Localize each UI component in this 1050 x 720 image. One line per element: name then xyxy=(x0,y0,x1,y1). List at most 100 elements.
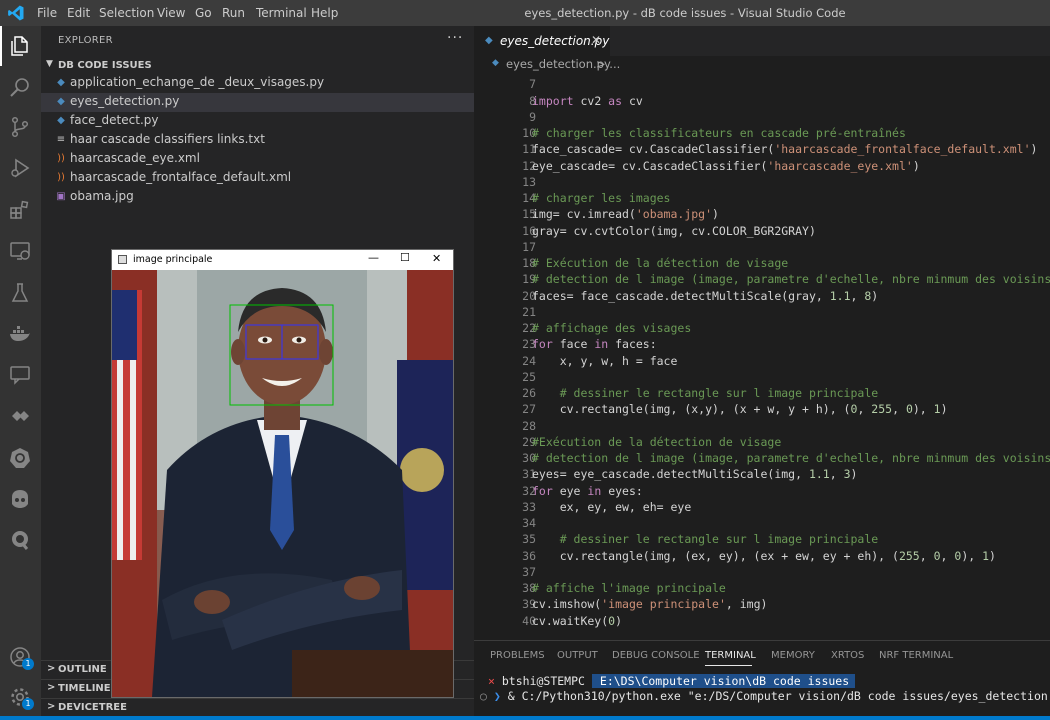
line-number: 14 xyxy=(522,191,536,205)
line-number: 9 xyxy=(529,109,536,124)
line-number: 34 xyxy=(522,516,536,530)
line-number: 15 xyxy=(522,207,536,222)
more-actions-icon[interactable]: ··· xyxy=(447,30,463,46)
file-item[interactable]: )) haarcascade_eye.xml xyxy=(41,150,474,169)
line-number: 26 xyxy=(522,386,536,400)
prompt-path: E:\DS\Computer vision\dB code issues xyxy=(591,674,856,688)
tab-output[interactable]: OUTPUT xyxy=(557,650,598,661)
file-label: haar cascade classifiers links.txt xyxy=(70,132,265,146)
comments-icon[interactable] xyxy=(8,363,32,387)
code-line: img= cv.imread('obama.jpg') xyxy=(532,207,719,222)
line-number: 23 xyxy=(522,337,536,352)
window-app-icon xyxy=(118,255,127,264)
code-line: cv.rectangle(img, (x,y), (x + w, y + h),… xyxy=(532,402,948,417)
file-item[interactable]: ≡ haar cascade classifiers links.txt xyxy=(41,131,474,150)
code-line: faces= face_cascade.detectMultiScale(gra… xyxy=(532,288,879,303)
line-number: 18 xyxy=(522,256,536,270)
activity-bar: 1 1 xyxy=(0,26,41,720)
line-number: 36 xyxy=(522,548,536,563)
file-item[interactable]: ◆ face_detect.py xyxy=(41,112,474,131)
code-line: eyes= eye_cascade.detectMultiScale(img, … xyxy=(532,467,858,482)
file-label: eyes_detection.py xyxy=(70,94,180,108)
maximize-icon[interactable]: ☐ xyxy=(400,251,410,264)
live-share-icon[interactable] xyxy=(8,404,32,428)
file-item[interactable]: )) haarcascade_frontalface_default.xml xyxy=(41,169,474,188)
active-indicator xyxy=(0,26,2,66)
title-bar: File Edit Selection View Go Run Terminal… xyxy=(0,0,1050,26)
chevron-right-icon: > xyxy=(47,701,56,712)
tab-xrtos[interactable]: XRTOS xyxy=(831,650,864,661)
tab-nrf-terminal[interactable]: NRF TERMINAL xyxy=(879,650,953,661)
file-item[interactable]: ▣ obama.jpg xyxy=(41,188,474,207)
menu-selection[interactable]: Selection xyxy=(99,0,154,26)
line-number: 38 xyxy=(522,581,536,595)
menu-go[interactable]: Go xyxy=(195,0,212,26)
code-line: ex, ey, ew, eh= eye xyxy=(532,499,692,514)
folder-header[interactable]: ▼ DB CODE ISSUES xyxy=(41,56,474,76)
line-number: 20 xyxy=(522,288,536,303)
menu-run[interactable]: Run xyxy=(222,0,245,26)
code-line: #Exécution de la détection de visage xyxy=(532,434,782,449)
opencv-image-window[interactable]: image principale — ☐ ✕ xyxy=(111,249,454,698)
section-label: OUTLINE xyxy=(58,664,107,675)
file-label: obama.jpg xyxy=(70,189,134,203)
file-item[interactable]: ◆ application_echange_de _deux_visages.p… xyxy=(41,74,474,93)
text-file-icon: ≡ xyxy=(56,134,66,145)
kubernetes-icon[interactable] xyxy=(8,446,32,470)
code-editor[interactable]: 6""" 78import cv2 as cv9 10# charger les c… xyxy=(474,72,1050,640)
file-label: face_detect.py xyxy=(70,113,159,127)
menu-help[interactable]: Help xyxy=(311,0,338,26)
line-number: 11 xyxy=(522,142,536,157)
file-item-active[interactable]: ◆ eyes_detection.py xyxy=(41,93,474,112)
circle-icon: ○ xyxy=(480,689,487,703)
folder-name: DB CODE ISSUES xyxy=(58,60,152,71)
github-copilot-icon[interactable] xyxy=(8,487,32,511)
tab-debug-console[interactable]: DEBUG CONSOLE xyxy=(612,650,700,661)
gitkraken-icon[interactable] xyxy=(8,528,32,552)
tab-memory[interactable]: MEMORY xyxy=(771,650,815,661)
image-file-icon: ▣ xyxy=(56,191,66,202)
code-line: x, y, w, h = face xyxy=(532,353,678,368)
file-label: haarcascade_frontalface_default.xml xyxy=(70,170,292,184)
section-label: TIMELINE xyxy=(58,683,111,694)
line-number: 29 xyxy=(522,434,536,449)
tab-eyes-detection[interactable]: ◆ eyes_detection.py ✕ xyxy=(474,26,610,56)
menu-edit[interactable]: Edit xyxy=(67,0,90,26)
close-tab-icon[interactable]: ✕ xyxy=(591,33,601,47)
breadcrumb-symbols[interactable]: > ... xyxy=(596,57,620,71)
section-label: DEVICETREE xyxy=(58,702,127,713)
remote-explorer-icon[interactable] xyxy=(8,239,32,263)
testing-icon[interactable] xyxy=(8,281,32,305)
search-icon[interactable] xyxy=(8,75,32,99)
menu-file[interactable]: File xyxy=(37,0,57,26)
docker-icon[interactable] xyxy=(8,322,32,346)
code-line: gray= cv.cvtColor(img, cv.COLOR_BGR2GRAY… xyxy=(532,223,816,238)
tab-problems[interactable]: PROBLEMS xyxy=(490,650,545,661)
line-number: 32 xyxy=(522,483,536,498)
menu-terminal[interactable]: Terminal xyxy=(256,0,307,26)
line-number: 21 xyxy=(522,304,536,319)
terminal-command-line[interactable]: ○ ❯ & C:/Python310/python.exe "e:/DS/Com… xyxy=(480,689,1050,703)
xml-rss-file-icon: )) xyxy=(57,172,65,183)
terminal-prompt: × btshi@STEMPC E:\DS\Computer vision\dB … xyxy=(488,674,856,688)
extensions-icon[interactable] xyxy=(8,198,32,222)
code-line: # detection de l image (image, parametre… xyxy=(532,451,1050,465)
chevron-right-icon: > xyxy=(47,663,56,674)
code-line: # dessiner le rectangle sur l image prin… xyxy=(532,386,879,400)
code-line: cv.imshow('image principale', img) xyxy=(532,597,768,612)
tab-terminal[interactable]: TERMINAL xyxy=(705,650,756,661)
line-number: 27 xyxy=(522,402,536,417)
explorer-icon[interactable] xyxy=(8,34,32,58)
prompt-arrow-icon: ❯ xyxy=(493,689,501,703)
menu-view[interactable]: View xyxy=(157,0,185,26)
line-number: 31 xyxy=(522,467,536,482)
code-line: cv.rectangle(img, (ex, ey), (ex + ew, ey… xyxy=(532,548,996,563)
status-bar xyxy=(0,716,1050,720)
section-devicetree[interactable]: > DEVICETREE xyxy=(41,698,474,718)
code-line: face_cascade= cv.CascadeClassifier('haar… xyxy=(532,142,1038,157)
run-debug-icon[interactable] xyxy=(8,156,32,180)
error-x-icon: × xyxy=(488,674,495,688)
close-window-icon[interactable]: ✕ xyxy=(432,252,441,265)
minimize-icon[interactable]: — xyxy=(368,251,379,264)
source-control-icon[interactable] xyxy=(8,115,32,139)
